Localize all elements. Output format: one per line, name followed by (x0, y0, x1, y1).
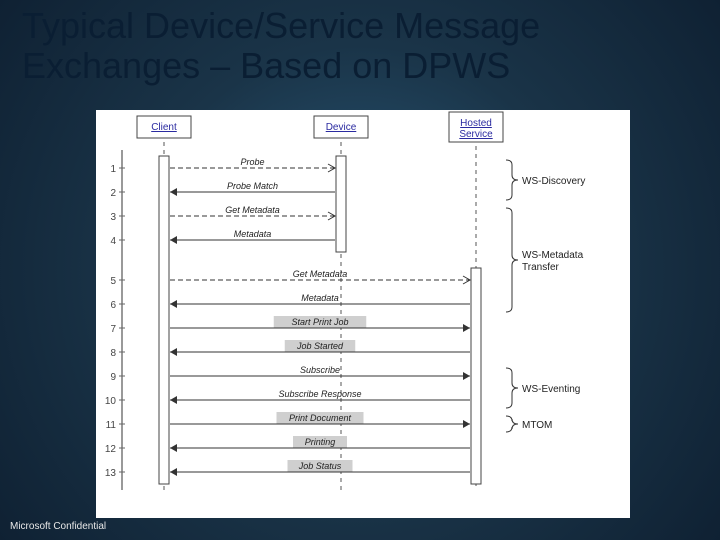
svg-text:12: 12 (105, 444, 117, 455)
svg-text:5: 5 (110, 276, 116, 287)
slide-title: Typical Device/Service Message Exchanges… (22, 6, 708, 85)
svg-text:Probe Match: Probe Match (227, 181, 278, 191)
svg-text:6: 6 (110, 300, 116, 311)
svg-text:Metadata: Metadata (301, 293, 339, 303)
svg-text:9: 9 (110, 372, 116, 383)
svg-text:Probe: Probe (240, 157, 264, 167)
svg-text:8: 8 (110, 348, 116, 359)
svg-text:Get Metadata: Get Metadata (293, 269, 348, 279)
svg-text:Subscribe: Subscribe (300, 365, 340, 375)
svg-text:WS-Eventing: WS-Eventing (522, 384, 580, 395)
svg-text:10: 10 (105, 396, 117, 407)
svg-text:Printing: Printing (305, 437, 336, 447)
slide: Typical Device/Service Message Exchanges… (0, 0, 720, 540)
svg-text:11: 11 (106, 420, 117, 431)
svg-text:1: 1 (110, 164, 116, 175)
svg-text:MTOM: MTOM (522, 420, 552, 431)
svg-text:WS-Discovery: WS-Discovery (522, 176, 585, 187)
svg-text:Device: Device (326, 122, 357, 133)
svg-text:Job Status: Job Status (298, 461, 342, 471)
sequence-diagram: Client Device HostedService Probe 1 Probe Mat… (96, 110, 630, 518)
svg-text:7: 7 (110, 324, 116, 335)
confidential-footer: Microsoft Confidential (10, 521, 106, 532)
svg-text:Get Metadata: Get Metadata (225, 205, 280, 215)
svg-text:Subscribe Response: Subscribe Response (278, 389, 361, 399)
svg-text:Hosted: Hosted (460, 118, 492, 129)
svg-text:Metadata: Metadata (234, 229, 272, 239)
svg-text:Job Started: Job Started (296, 341, 344, 351)
svg-text:4: 4 (110, 236, 116, 247)
svg-text:Client: Client (151, 122, 177, 133)
svg-text:13: 13 (105, 468, 117, 479)
svg-text:Print Document: Print Document (289, 413, 352, 423)
svg-text:WS-Metadata: WS-Metadata (522, 250, 584, 261)
svg-text:Service: Service (459, 129, 493, 140)
svg-text:Start Print Job: Start Print Job (291, 317, 348, 327)
svg-text:3: 3 (110, 212, 116, 223)
svg-text:2: 2 (110, 188, 116, 199)
svg-text:Transfer: Transfer (522, 262, 560, 273)
